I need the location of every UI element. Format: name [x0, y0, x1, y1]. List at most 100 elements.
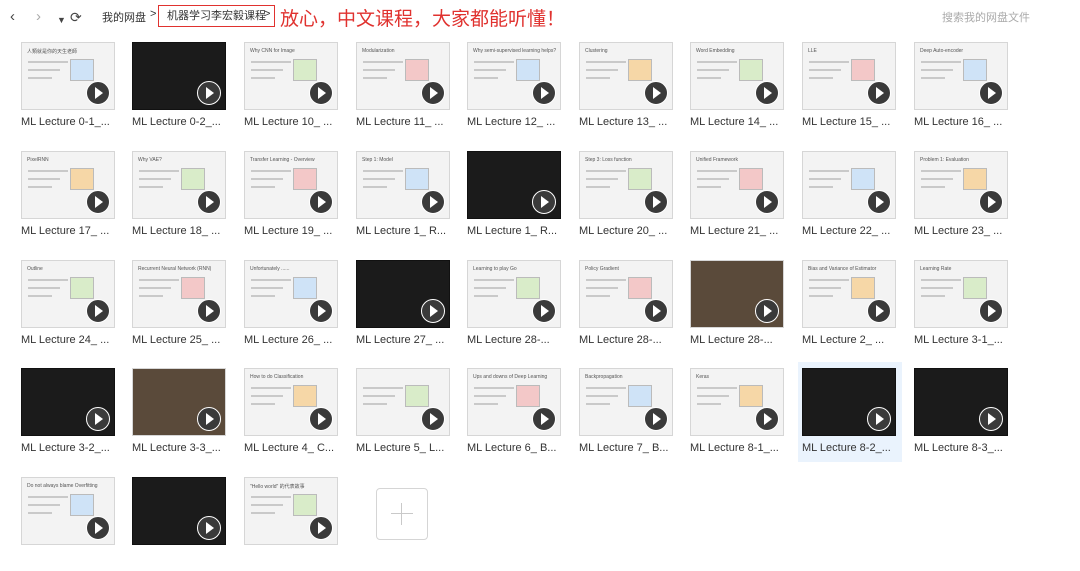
- play-icon[interactable]: [979, 299, 1003, 323]
- file-item[interactable]: 人類就是你的天生老師 ML Lecture 0-1_...: [17, 36, 121, 136]
- play-icon[interactable]: [867, 299, 891, 323]
- refresh-icon[interactable]: ⟳: [70, 7, 82, 27]
- play-icon[interactable]: [755, 190, 779, 214]
- file-item[interactable]: ML Lecture 3-2_...: [17, 362, 121, 462]
- play-icon[interactable]: [644, 299, 668, 323]
- file-item[interactable]: Unfortunately ...... ML Lecture 26_ ...: [240, 254, 344, 354]
- file-item[interactable]: Learning to play Go ML Lecture 28-...: [463, 254, 567, 354]
- file-item[interactable]: Transfer Learning - Overview ML Lecture 1…: [240, 145, 344, 245]
- thumbnail-text-line: [586, 387, 626, 389]
- play-icon[interactable]: [867, 81, 891, 105]
- play-icon[interactable]: [867, 407, 891, 431]
- play-icon[interactable]: [755, 299, 779, 323]
- file-item[interactable]: ML Lecture 8-2_...: [798, 362, 902, 462]
- file-item[interactable]: Bias and Variance of Estimator ML Lecture…: [798, 254, 902, 354]
- chevron-right-icon[interactable]: ›: [36, 7, 41, 27]
- file-item[interactable]: Do not always blame Overfitting: [17, 471, 121, 571]
- video-thumbnail: Learning Rate: [914, 260, 1008, 328]
- play-icon[interactable]: [532, 81, 556, 105]
- play-icon[interactable]: [197, 407, 221, 431]
- play-icon[interactable]: [421, 299, 445, 323]
- file-item[interactable]: [128, 471, 232, 571]
- play-icon[interactable]: [197, 81, 221, 105]
- file-name: ML Lecture 10_ ...: [244, 116, 333, 128]
- play-icon[interactable]: [532, 190, 556, 214]
- play-icon[interactable]: [86, 516, 110, 540]
- file-item[interactable]: Backpropagation ML Lecture 7_ B...: [575, 362, 679, 462]
- file-item[interactable]: Why CNN for Image ML Lecture 10_ ...: [240, 36, 344, 136]
- file-item[interactable]: Policy Gradient ML Lecture 28-...: [575, 254, 679, 354]
- play-icon[interactable]: [532, 299, 556, 323]
- file-item[interactable]: Keras ML Lecture 8-1_...: [686, 362, 790, 462]
- file-item[interactable]: Outline ML Lecture 24_ ...: [17, 254, 121, 354]
- play-icon[interactable]: [644, 190, 668, 214]
- play-icon[interactable]: [979, 81, 1003, 105]
- thumbnail-text-line: [697, 186, 721, 188]
- play-icon[interactable]: [421, 190, 445, 214]
- breadcrumb-current[interactable]: 机器学习李宏毅课程: [158, 5, 275, 27]
- play-icon[interactable]: [86, 299, 110, 323]
- thumbnail-text-line: [586, 186, 610, 188]
- file-item[interactable]: Clustering ML Lecture 13_ ...: [575, 36, 679, 136]
- file-item[interactable]: Word Embedding ML Lecture 14_ ...: [686, 36, 790, 136]
- play-icon[interactable]: [979, 190, 1003, 214]
- file-item[interactable]: Step 3: Loss function ML Lecture 20_ ...: [575, 145, 679, 245]
- play-icon[interactable]: [309, 516, 333, 540]
- file-item[interactable]: Unified Framework ML Lecture 21_ ...: [686, 145, 790, 245]
- search-input[interactable]: [940, 8, 1074, 28]
- play-icon[interactable]: [421, 407, 445, 431]
- play-icon[interactable]: [309, 81, 333, 105]
- file-item[interactable]: ML Lecture 22_ ...: [798, 145, 902, 245]
- thumbnail-text-line: [28, 496, 68, 498]
- file-item[interactable]: Ups and downs of Deep Learning ML Lecture…: [463, 362, 567, 462]
- file-item[interactable]: LLE ML Lecture 15_ ...: [798, 36, 902, 136]
- file-item[interactable]: ML Lecture 28-...: [686, 254, 790, 354]
- file-item[interactable]: ML Lecture 27_ ...: [352, 254, 456, 354]
- play-icon[interactable]: [197, 190, 221, 214]
- play-icon[interactable]: [309, 299, 333, 323]
- play-icon[interactable]: [309, 407, 333, 431]
- file-item[interactable]: Step 1: Model ML Lecture 1_ R...: [352, 145, 456, 245]
- play-icon[interactable]: [197, 516, 221, 540]
- file-item[interactable]: Recurrent Neural Network (RNN) ML Lecture…: [128, 254, 232, 354]
- thumbnail-title: How to do Classification: [250, 374, 304, 380]
- file-item[interactable]: Why VAE? ML Lecture 18_ ...: [128, 145, 232, 245]
- breadcrumb-root[interactable]: 我的网盘: [102, 9, 146, 25]
- caret-down-icon[interactable]: ▼: [57, 10, 66, 30]
- thumbnail-text-line: [251, 61, 291, 63]
- file-item[interactable]: Modularization ML Lecture 11_ ...: [352, 36, 456, 136]
- play-icon[interactable]: [644, 407, 668, 431]
- plus-icon[interactable]: [376, 488, 428, 540]
- thumbnail-text-line: [363, 186, 387, 188]
- thumbnail-figure: [293, 277, 317, 299]
- file-item[interactable]: ML Lecture 1_ R...: [463, 145, 567, 245]
- file-item[interactable]: ML Lecture 8-3_...: [910, 362, 1014, 462]
- play-icon[interactable]: [86, 407, 110, 431]
- file-item[interactable]: ML Lecture 0-2_...: [128, 36, 232, 136]
- play-icon[interactable]: [86, 190, 110, 214]
- file-item[interactable]: Deep Auto-encoder ML Lecture 16_ ...: [910, 36, 1014, 136]
- play-icon[interactable]: [309, 190, 333, 214]
- video-thumbnail: Problem 1: Evaluation: [914, 151, 1008, 219]
- thumbnail-text-line: [251, 77, 275, 79]
- file-item[interactable]: How to do Classification ML Lecture 4_ C.…: [240, 362, 344, 462]
- play-icon[interactable]: [867, 190, 891, 214]
- play-icon[interactable]: [197, 299, 221, 323]
- file-item[interactable]: "Hello world" 的代表故事: [240, 471, 344, 571]
- file-name: ML Lecture 1_ R...: [356, 225, 447, 237]
- file-item[interactable]: ML Lecture 5_ L...: [352, 362, 456, 462]
- thumbnail-text-line: [586, 170, 626, 172]
- file-item[interactable]: PixelRNN ML Lecture 17_ ...: [17, 145, 121, 245]
- play-icon[interactable]: [421, 81, 445, 105]
- file-item[interactable]: Learning Rate ML Lecture 3-1_...: [910, 254, 1014, 354]
- file-item[interactable]: ML Lecture 3-3_...: [128, 362, 232, 462]
- file-item[interactable]: Problem 1: Evaluation ML Lecture 23_ ...: [910, 145, 1014, 245]
- file-item[interactable]: Why semi-supervised learning helps? ML Le…: [463, 36, 567, 136]
- play-icon[interactable]: [755, 407, 779, 431]
- play-icon[interactable]: [644, 81, 668, 105]
- play-icon[interactable]: [755, 81, 779, 105]
- play-icon[interactable]: [979, 407, 1003, 431]
- chevron-left-icon[interactable]: ‹: [10, 7, 15, 27]
- play-icon[interactable]: [532, 407, 556, 431]
- play-icon[interactable]: [86, 81, 110, 105]
